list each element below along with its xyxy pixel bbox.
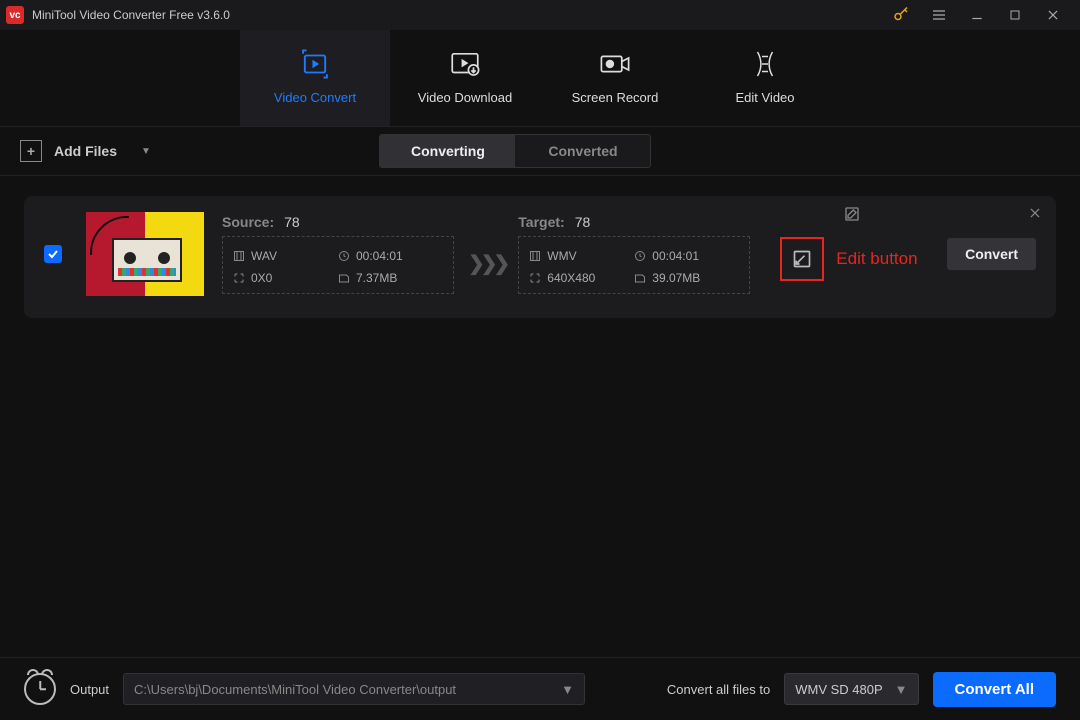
source-resolution: 0X0 <box>251 271 272 285</box>
app-logo-icon: vc <box>6 6 24 24</box>
record-icon <box>540 42 690 86</box>
output-path-value: C:\Users\bj\Documents\MiniTool Video Con… <box>134 682 456 697</box>
edit-target-format-button[interactable] <box>844 206 860 225</box>
edit-item-button[interactable] <box>780 237 824 281</box>
source-duration: 00:04:01 <box>356 249 403 263</box>
status-segmented-control: Converting Converted <box>379 134 651 168</box>
action-bar: + Add Files ▼ Converting Converted <box>0 126 1080 176</box>
source-details-box: WAV 00:04:01 0X0 <box>222 236 454 294</box>
convert-all-files-to-label: Convert all files to <box>667 682 770 697</box>
source-size: 7.37MB <box>356 271 397 285</box>
tab-video-download-label: Video Download <box>390 90 540 105</box>
resolution-icon <box>529 272 541 284</box>
target-format-select[interactable]: WMV SD 480P ▼ <box>784 673 918 705</box>
target-format: WMV <box>547 249 576 263</box>
seg-converting[interactable]: Converting <box>380 135 515 167</box>
clock-icon <box>338 250 350 262</box>
convert-all-button[interactable]: Convert All <box>933 672 1056 707</box>
format-icon <box>529 250 541 262</box>
schedule-icon[interactable] <box>24 673 56 705</box>
add-files-button[interactable]: + Add Files ▼ <box>20 140 151 162</box>
item-checkbox[interactable] <box>44 245 62 263</box>
add-files-label: Add Files <box>54 143 117 159</box>
item-thumbnail[interactable] <box>86 212 204 296</box>
tab-video-download[interactable]: Video Download <box>390 30 540 126</box>
target-duration: 00:04:01 <box>652 249 699 263</box>
add-files-dropdown-icon: ▼ <box>141 146 151 157</box>
main-nav: Video Convert Video Download <box>0 30 1080 126</box>
target-size: 39.07MB <box>652 271 700 285</box>
app-window: vc MiniTool Video Converter Free v3.6.0 <box>0 0 1080 720</box>
source-filename: 78 <box>284 214 300 230</box>
content-area: Source: 78 WAV 00:04:01 <box>0 176 1080 657</box>
add-files-plus-icon: + <box>20 140 42 162</box>
convert-item-button[interactable]: Convert <box>947 238 1036 270</box>
menu-button[interactable] <box>920 0 958 30</box>
tab-video-convert-label: Video Convert <box>240 90 390 105</box>
tab-edit-video[interactable]: Edit Video <box>690 30 840 126</box>
arrow-icon: ❯❯❯ <box>454 233 518 276</box>
format-icon <box>233 250 245 262</box>
target-label: Target: <box>518 214 564 230</box>
titlebar: vc MiniTool Video Converter Free v3.6.0 <box>0 0 1080 30</box>
target-details-box: WMV 00:04:01 640X480 <box>518 236 750 294</box>
source-label: Source: <box>222 214 274 230</box>
edit-video-icon <box>690 42 840 86</box>
upgrade-key-button[interactable] <box>882 0 920 30</box>
tab-edit-video-label: Edit Video <box>690 90 840 105</box>
output-path-select[interactable]: C:\Users\bj\Documents\MiniTool Video Con… <box>123 673 585 705</box>
filesize-icon <box>338 272 350 284</box>
footer-bar: Output C:\Users\bj\Documents\MiniTool Vi… <box>0 657 1080 720</box>
target-filename: 78 <box>575 214 591 230</box>
annotation-edit-button: Edit button <box>836 249 917 269</box>
tab-screen-record[interactable]: Screen Record <box>540 30 690 126</box>
close-button[interactable] <box>1034 0 1072 30</box>
target-resolution: 640X480 <box>547 271 595 285</box>
app-title: MiniTool Video Converter Free v3.6.0 <box>32 8 230 22</box>
output-label: Output <box>70 682 109 697</box>
seg-converted[interactable]: Converted <box>515 135 650 167</box>
download-icon <box>390 42 540 86</box>
resolution-icon <box>233 272 245 284</box>
source-format: WAV <box>251 249 277 263</box>
chevron-down-icon: ▼ <box>561 682 574 697</box>
chevron-down-icon: ▼ <box>895 682 908 697</box>
convert-icon <box>240 42 390 86</box>
tab-screen-record-label: Screen Record <box>540 90 690 105</box>
target-format-value: WMV SD 480P <box>795 682 882 697</box>
maximize-button[interactable] <box>996 0 1034 30</box>
target-block: Target: 78 WMV 00:04:01 <box>518 214 750 294</box>
tab-video-convert[interactable]: Video Convert <box>240 30 390 126</box>
minimize-button[interactable] <box>958 0 996 30</box>
queue-item: Source: 78 WAV 00:04:01 <box>24 196 1056 318</box>
remove-item-button[interactable] <box>1028 206 1042 225</box>
source-block: Source: 78 WAV 00:04:01 <box>222 214 454 294</box>
clock-icon <box>634 250 646 262</box>
filesize-icon <box>634 272 646 284</box>
